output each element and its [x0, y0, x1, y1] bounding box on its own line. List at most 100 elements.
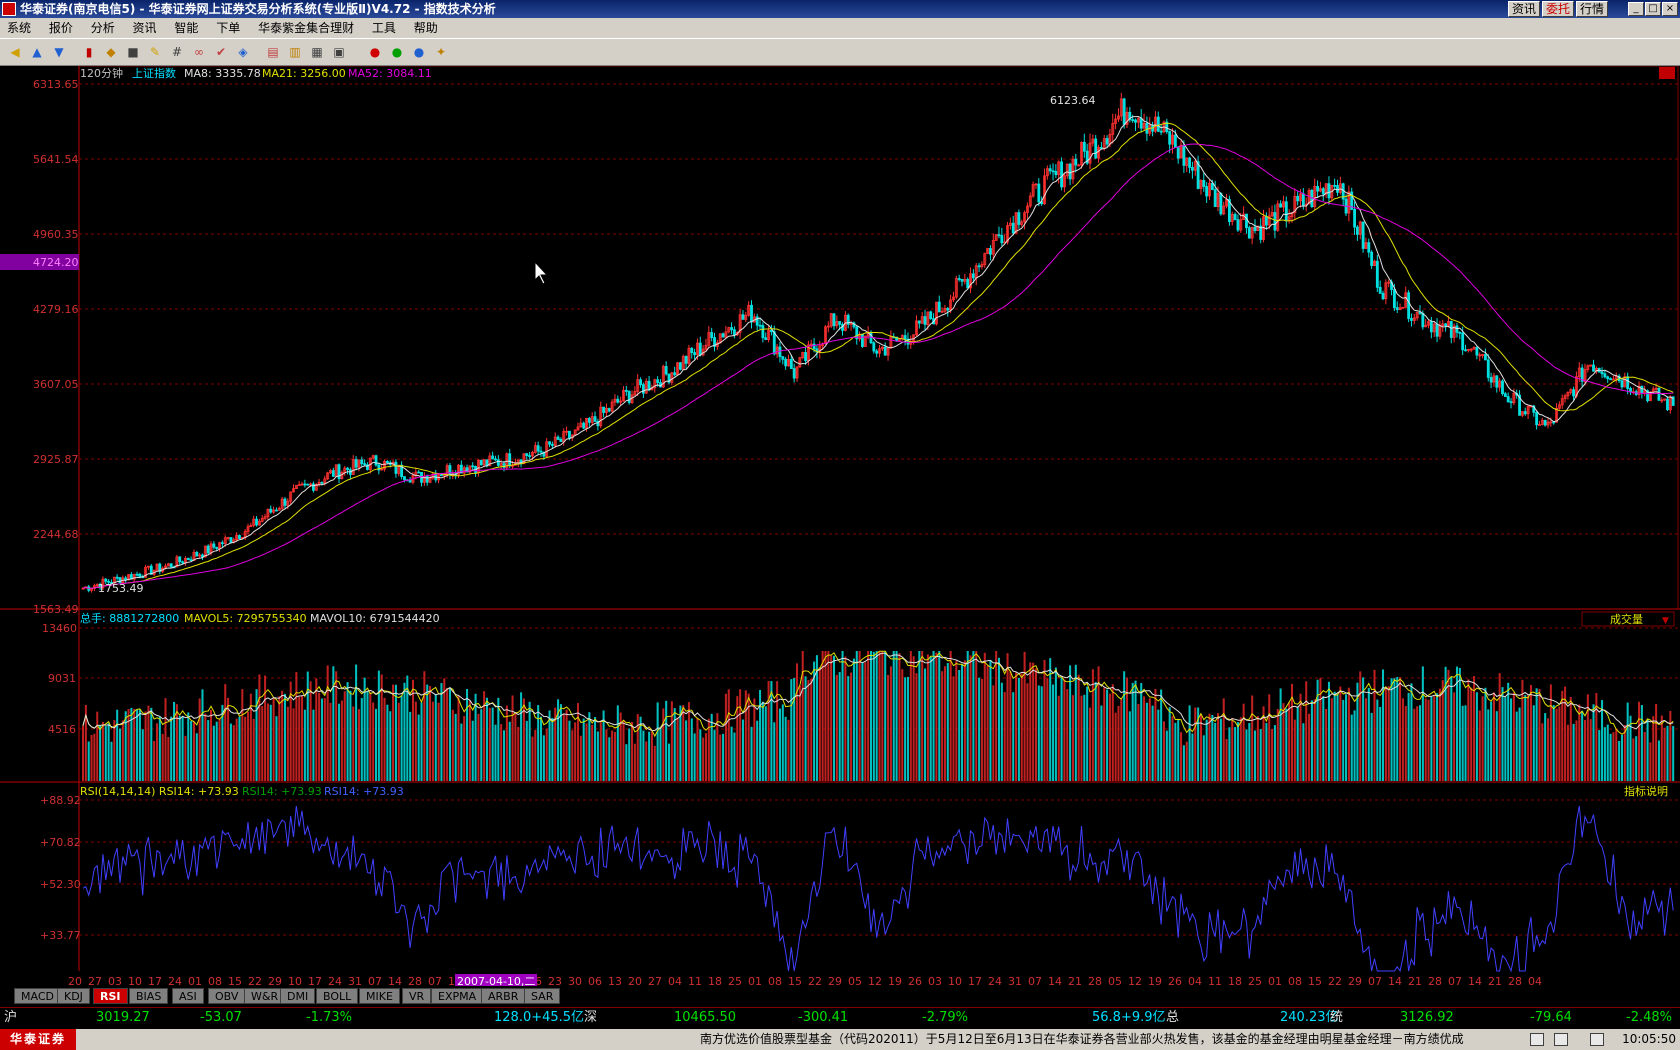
- tab-dmi[interactable]: DMI: [280, 988, 316, 1004]
- tab-boll[interactable]: BOLL: [316, 988, 359, 1004]
- tab-sar[interactable]: SAR: [524, 988, 561, 1004]
- volume-bar: [508, 721, 511, 781]
- panel-menu-icon[interactable]: [1659, 67, 1675, 79]
- volume-bar: [1632, 738, 1635, 781]
- candle-body: [903, 335, 907, 340]
- volume-bar: [591, 724, 594, 781]
- volume-bar: [1117, 705, 1120, 781]
- volume-bar: [1598, 730, 1601, 781]
- check-icon[interactable]: ✔: [212, 43, 230, 61]
- tab-kdj[interactable]: KDJ: [57, 988, 90, 1004]
- link-icon[interactable]: ∞: [190, 43, 208, 61]
- volume-bar: [272, 697, 275, 781]
- up-icon[interactable]: ▲: [28, 43, 46, 61]
- quote-button[interactable]: 行情: [1576, 1, 1609, 17]
- candle-body: [115, 576, 119, 579]
- menu-wealth[interactable]: 华泰紫金集合理财: [251, 18, 361, 38]
- tab-asi[interactable]: ASI: [172, 988, 204, 1004]
- maximize-icon[interactable]: □: [1645, 2, 1661, 16]
- volume-y-tick: 13460: [42, 622, 77, 635]
- back-icon[interactable]: ◀: [6, 43, 24, 61]
- menu-help[interactable]: 帮助: [407, 18, 445, 38]
- volume-bar: [138, 709, 141, 781]
- menu-smart[interactable]: 智能: [167, 18, 205, 38]
- tab-rsi[interactable]: RSI: [93, 988, 128, 1004]
- down-icon[interactable]: ▼: [50, 43, 68, 61]
- volume-bar: [218, 718, 221, 781]
- flag-icon[interactable]: [1590, 1033, 1604, 1046]
- volume-bar: [90, 735, 93, 781]
- menu-order[interactable]: 下单: [209, 18, 247, 38]
- volume-bar: [1589, 719, 1592, 781]
- menu-analysis[interactable]: 分析: [84, 18, 122, 38]
- candle-body: [312, 483, 315, 491]
- candle-body: [178, 556, 182, 563]
- folder-icon[interactable]: ▥: [286, 43, 304, 61]
- tab-macd[interactable]: MACD: [14, 988, 61, 1004]
- close-icon[interactable]: ×: [1662, 2, 1678, 16]
- tab-mike[interactable]: MIKE: [359, 988, 400, 1004]
- candle-body: [303, 483, 307, 486]
- window-icon[interactable]: ▣: [330, 43, 348, 61]
- volume-bar: [909, 651, 912, 781]
- grid-icon[interactable]: ▦: [308, 43, 326, 61]
- volume-bar: [1618, 740, 1621, 781]
- volume-bar: [1418, 705, 1422, 781]
- settings-icon[interactable]: ✦: [432, 43, 450, 61]
- volume-bar: [315, 678, 318, 781]
- volume-bar: [323, 698, 326, 781]
- volume-bar: [1043, 660, 1046, 781]
- volume-bar: [281, 690, 284, 781]
- order-button[interactable]: 委托: [1542, 1, 1575, 17]
- info-icon[interactable]: ●: [410, 43, 428, 61]
- tab-arbr[interactable]: ARBR: [481, 988, 526, 1004]
- minimize-icon[interactable]: _: [1628, 2, 1644, 16]
- menu-tools[interactable]: 工具: [365, 18, 403, 38]
- chevron-down-icon[interactable]: ▼: [1662, 616, 1669, 626]
- go-icon[interactable]: ●: [388, 43, 406, 61]
- news-ticker[interactable]: 南方优选价值股票型基金（代码202011）于5月12日至6月13日在华泰证券各营…: [700, 1029, 1530, 1050]
- volume-bar: [485, 697, 488, 781]
- candle-body: [957, 278, 961, 280]
- volume-bar: [1020, 673, 1023, 781]
- toolbar: ◀ ▲ ▼ ▮ ◆ ■ ✎ # ∞ ✔ ◈ ▤ ▥ ▦ ▣ ● ● ● ✦: [0, 38, 1680, 66]
- news-button[interactable]: 资讯: [1508, 1, 1541, 17]
- number-icon[interactable]: #: [168, 43, 186, 61]
- volume-selector-label[interactable]: 成交量: [1610, 612, 1643, 626]
- menu-system[interactable]: 系统: [0, 18, 38, 38]
- x-tick: 08: [1288, 975, 1302, 986]
- tab-bias[interactable]: BIAS: [129, 988, 169, 1004]
- volume-bar: [1089, 707, 1092, 781]
- volume-bar: [1106, 689, 1109, 781]
- candle-body: [394, 461, 398, 474]
- volume-bar: [1592, 704, 1595, 781]
- tab-w-r[interactable]: W&R: [244, 988, 286, 1004]
- menu-quote[interactable]: 报价: [42, 18, 80, 38]
- volume-bar: [702, 737, 705, 781]
- volume-bar: [471, 720, 474, 781]
- tab-vr[interactable]: VR: [402, 988, 432, 1004]
- chart-area[interactable]: 6313.65 5641.54 4960.35 4279.16 3607.05 …: [0, 66, 1680, 986]
- volume-bar: [1643, 731, 1646, 781]
- kline-icon[interactable]: ▮: [80, 43, 98, 61]
- tag-icon[interactable]: ◈: [234, 43, 252, 61]
- tab-expma[interactable]: EXPMA: [431, 988, 484, 1004]
- volume-bar: [941, 671, 944, 781]
- page-icon[interactable]: ■: [124, 43, 142, 61]
- volume-bar: [551, 717, 554, 781]
- pen-icon[interactable]: ✎: [146, 43, 164, 61]
- chart-icon[interactable]: ◆: [102, 43, 120, 61]
- tab-obv[interactable]: OBV: [208, 988, 246, 1004]
- candle-body: [215, 546, 219, 549]
- note-icon[interactable]: ▤: [264, 43, 282, 61]
- volume-bar: [1296, 706, 1299, 781]
- chart-canvas[interactable]: 6313.65 5641.54 4960.35 4279.16 3607.05 …: [0, 66, 1680, 986]
- window-icon[interactable]: [1554, 1033, 1568, 1046]
- indicator-help-link[interactable]: 指标说明: [1624, 784, 1668, 798]
- candle-body: [1219, 193, 1223, 215]
- volume-bar: [875, 651, 878, 781]
- menu-news[interactable]: 资讯: [126, 18, 164, 38]
- message-icon[interactable]: [1530, 1033, 1544, 1046]
- volume-bar: [349, 690, 352, 781]
- stop-icon[interactable]: ●: [366, 43, 384, 61]
